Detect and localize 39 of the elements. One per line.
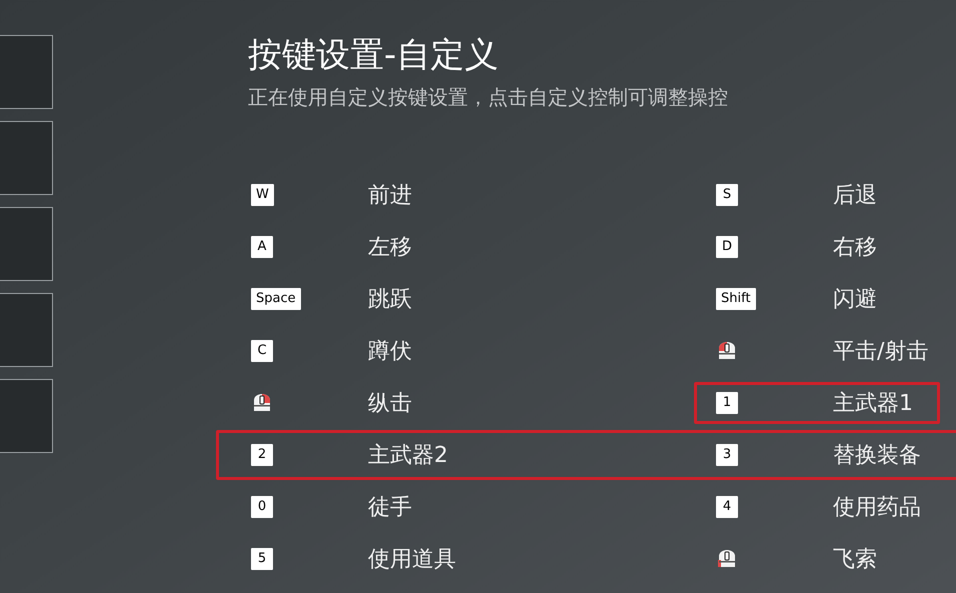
side-slot[interactable]: [0, 379, 53, 453]
key-badge: S: [716, 184, 738, 206]
page-subtitle: 正在使用自定义按键设置，点击自定义控制可调整操控: [248, 84, 729, 111]
action-label: 左移: [368, 234, 412, 262]
action-label: 闪避: [833, 286, 877, 314]
key-badge: 2: [251, 444, 273, 466]
key-badge: D: [716, 236, 738, 258]
key-badge: C: [251, 340, 273, 362]
action-label: 跳跃: [368, 286, 412, 314]
action-label: 平击/射击: [833, 338, 928, 366]
key-badge: Space: [251, 288, 301, 310]
key-badge: 5: [251, 548, 273, 570]
action-label: 主武器1: [833, 390, 913, 418]
action-label: 徒手: [368, 494, 412, 522]
key-badge: 0: [251, 496, 273, 518]
mouse-icon: [716, 341, 738, 361]
side-slot[interactable]: [0, 293, 53, 367]
action-label: 纵击: [368, 390, 412, 418]
key-badge: 4: [716, 496, 738, 518]
action-label: 飞索: [833, 546, 877, 574]
action-label: 后退: [833, 182, 877, 210]
action-label: 蹲伏: [368, 338, 412, 366]
key-badge: A: [251, 236, 273, 258]
mouse-icon: [251, 393, 273, 413]
page-title: 按键设置-自定义: [248, 34, 500, 76]
action-label: 主武器2: [368, 442, 448, 470]
key-badge: W: [251, 184, 274, 206]
action-label: 替换装备: [833, 442, 921, 470]
action-label: 使用道具: [368, 546, 456, 574]
key-badge: 1: [716, 392, 738, 414]
key-badge: 3: [716, 444, 738, 466]
key-badge: Shift: [716, 288, 756, 310]
action-label: 使用药品: [833, 494, 921, 522]
mouse-icon: [716, 549, 738, 569]
action-label: 右移: [833, 234, 877, 262]
action-label: 前进: [368, 182, 412, 210]
side-slot[interactable]: [0, 207, 53, 281]
side-slot[interactable]: [0, 121, 53, 195]
side-slot[interactable]: [0, 35, 53, 109]
